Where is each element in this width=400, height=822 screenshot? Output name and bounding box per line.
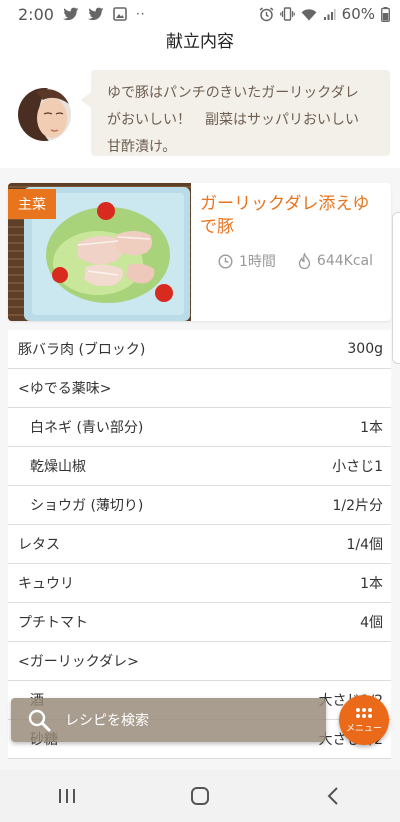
- signal-icon: [323, 8, 336, 21]
- message-line: 甘酢漬け。: [107, 139, 177, 155]
- page-title: 献立内容: [166, 32, 234, 52]
- ingredient-row: 白ネギ (青い部分) 1本: [8, 408, 391, 447]
- message-line: ゆで豚はパンチのきいたガーリックダレ: [107, 85, 359, 101]
- ingredient-row: プチトマト 4個: [8, 603, 391, 642]
- back-icon: [327, 787, 339, 805]
- ingredient-row: ショウガ (薄切り) 1/2片分: [8, 486, 391, 525]
- ingredient-name: キュウリ: [18, 576, 74, 592]
- home-icon: [190, 787, 209, 805]
- ingredient-group-header: <ゆでる薬味>: [8, 369, 391, 408]
- avatar: [18, 88, 71, 141]
- ingredient-name: 白ネギ (青い部分): [30, 420, 144, 436]
- menu-label: メニュー: [345, 723, 382, 734]
- calories: 644Kcal: [316, 253, 373, 269]
- system-navigation-bar: [0, 770, 400, 822]
- alarm-icon: [259, 6, 274, 22]
- more-dots-icon: ··: [135, 7, 146, 21]
- page-header: 献立内容: [0, 28, 400, 58]
- message-line: がおいしい！ 副菜はサッパリおいしい: [107, 112, 359, 128]
- ingredient-amount: 小さじ1: [332, 459, 383, 475]
- home-button[interactable]: [170, 776, 230, 816]
- back-button[interactable]: [303, 776, 363, 816]
- ingredient-list: 豚バラ肉 (ブロック) 300g <ゆでる薬味> 白ネギ (青い部分) 1本 乾…: [8, 330, 391, 759]
- recent-apps-icon: [58, 789, 75, 803]
- category-tag: 主菜: [8, 189, 56, 219]
- message-bubble: ゆで豚はパンチのきいたガーリックダレ がおいしい！ 副菜はサッパリおいしい 甘酢…: [81, 70, 390, 156]
- recent-apps-button[interactable]: [37, 776, 97, 816]
- ingredient-name: <ゆでる薬味>: [18, 381, 112, 397]
- ingredient-amount: 4個: [360, 615, 383, 631]
- twitter-icon: [87, 7, 104, 21]
- ingredient-row: キュウリ 1本: [8, 564, 391, 603]
- flame-icon: [298, 253, 311, 269]
- ingredient-name: ショウガ (薄切り): [30, 498, 144, 514]
- twitter-icon: [62, 7, 79, 21]
- recipe-card[interactable]: 主菜 ガーリックダレ添えゆで豚 1時間 644Kcal: [8, 183, 391, 321]
- status-time: 2:00: [18, 4, 54, 24]
- ingredient-name: <ガーリックダレ>: [18, 654, 139, 670]
- ingredient-name: 乾燥山椒: [30, 459, 86, 475]
- ingredient-group-header: <ガーリックダレ>: [8, 642, 391, 681]
- ingredient-name: 豚バラ肉 (ブロック): [18, 342, 146, 358]
- ingredient-amount: 1本: [360, 576, 383, 592]
- menu-button[interactable]: メニュー: [339, 695, 389, 745]
- ingredient-name: レタス: [18, 537, 60, 553]
- battery-icon: [381, 6, 390, 22]
- ingredient-name: プチトマト: [18, 615, 88, 631]
- ingredient-amount: 1/2片分: [332, 498, 383, 514]
- wifi-icon: [301, 8, 317, 21]
- ingredient-row: 豚バラ肉 (ブロック) 300g: [8, 330, 391, 369]
- status-bar: 2:00 ·· 60%: [0, 0, 400, 28]
- ingredient-amount: 1/4個: [346, 537, 383, 553]
- recipe-meta: 1時間 644Kcal: [218, 251, 373, 271]
- grid-dots-icon: [355, 707, 373, 719]
- vibrate-icon: [279, 7, 295, 21]
- ingredient-row: レタス 1/4個: [8, 525, 391, 564]
- ingredient-amount: 1本: [360, 420, 383, 436]
- ingredient-row: 乾燥山椒 小さじ1: [8, 447, 391, 486]
- image-icon: [113, 7, 127, 21]
- intro-section: ゆで豚はパンチのきいたガーリックダレ がおいしい！ 副菜はサッパリおいしい 甘酢…: [0, 58, 400, 168]
- recipe-title: ガーリックダレ添えゆで豚: [200, 194, 370, 237]
- side-scroll-handle[interactable]: [392, 212, 400, 364]
- battery-percent: 60%: [341, 5, 375, 23]
- search-label: レシピを検索: [65, 713, 149, 729]
- ingredient-amount: 300g: [347, 341, 383, 357]
- cooking-time: 1時間: [239, 254, 276, 270]
- search-icon: [27, 708, 51, 732]
- recipe-search-button[interactable]: レシピを検索: [11, 698, 326, 742]
- clock-icon: [218, 253, 233, 269]
